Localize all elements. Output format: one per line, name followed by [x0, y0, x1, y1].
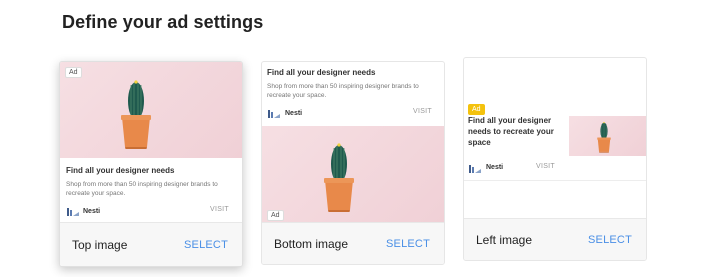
select-button-left-image[interactable]: SELECT	[588, 234, 632, 246]
cactus-pot-image	[595, 120, 613, 154]
option-card-left-image[interactable]: Ad Find all your designer needs to recre…	[463, 57, 647, 261]
option-label: Top image	[72, 238, 128, 252]
ad-description: Shop from more than 50 inspiring designe…	[66, 181, 218, 197]
visit-button[interactable]: VISIT	[536, 163, 555, 170]
option-label: Bottom image	[274, 237, 349, 251]
ad-badge: Ad	[267, 210, 284, 221]
option-label: Left image	[476, 233, 533, 247]
product-image	[569, 116, 646, 156]
visit-button[interactable]: VISIT	[413, 108, 432, 115]
product-image	[60, 62, 242, 158]
select-button-top-image[interactable]: SELECT	[184, 239, 228, 251]
card-footer: Top image SELECT	[60, 222, 242, 266]
ad-brand: Nesti	[285, 110, 303, 117]
ad-brand: Nesti	[486, 164, 504, 171]
nesti-logo-icon	[67, 207, 79, 216]
option-card-bottom-image[interactable]: Find all your designer needs Shop from m…	[261, 61, 445, 265]
visit-button[interactable]: VISIT	[210, 206, 229, 213]
select-button-bottom-image[interactable]: SELECT	[386, 238, 430, 250]
card-footer: Bottom image SELECT	[262, 222, 444, 264]
ad-badge: Ad	[65, 67, 82, 78]
ad-headline: Find all your designer needs	[267, 68, 376, 77]
ad-headline: Find all your designer needs to recreate…	[468, 116, 554, 147]
product-image	[262, 126, 444, 224]
card-footer: Left image SELECT	[464, 218, 646, 260]
ad-description: Shop from more than 50 inspiring designe…	[267, 83, 419, 99]
ad-badge: Ad	[468, 104, 485, 115]
divider	[464, 180, 646, 181]
cactus-pot-image	[319, 134, 359, 220]
page-title: Define your ad settings	[62, 12, 264, 32]
cactus-pot-image	[116, 72, 156, 156]
ad-brand: Nesti	[83, 208, 101, 215]
ad-headline: Find all your designer needs	[66, 166, 175, 175]
nesti-logo-icon	[469, 164, 481, 173]
nesti-logo-icon	[268, 109, 280, 118]
option-card-top-image[interactable]: Ad Find all your designer needs Shop fro…	[59, 61, 243, 267]
